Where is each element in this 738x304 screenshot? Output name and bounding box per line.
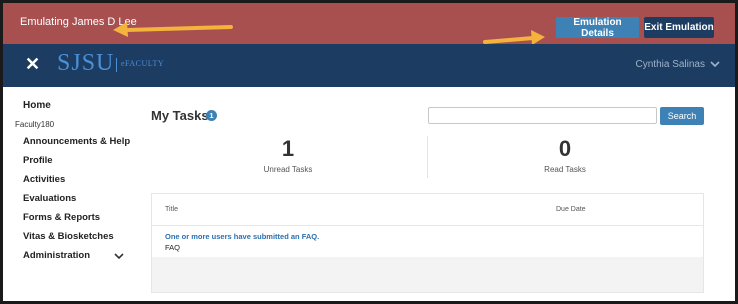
emulation-details-button[interactable]: Emulation Details — [556, 17, 639, 39]
task-title-link[interactable]: One or more users have submitted an FAQ. — [165, 232, 319, 241]
unread-count: 1 — [281, 136, 295, 161]
app-window: Emulating James D Lee Emulation Details … — [0, 0, 738, 304]
search-input[interactable] — [428, 107, 657, 124]
search-button[interactable]: Search — [660, 107, 704, 125]
sidebar-item-vitas[interactable]: Vitas & Biosketches — [23, 231, 114, 242]
sidebar-unit-label: Faculty180 — [15, 120, 55, 129]
sidebar-item-evaluations[interactable]: Evaluations — [23, 193, 76, 204]
chevron-down-icon[interactable] — [113, 250, 125, 262]
sjsu-logo[interactable]: SJSU — [57, 50, 114, 77]
unread-label: Unread Tasks — [263, 165, 313, 174]
table-header: Title Due Date — [152, 194, 703, 226]
left-arrow-annotation — [113, 22, 233, 37]
product-name: eFACULTY — [121, 59, 165, 68]
sidebar-item-announcements[interactable]: Announcements & Help — [23, 136, 130, 147]
top-nav-bar: ✕ SJSU eFACULTY Cynthia Salinas — [3, 44, 735, 87]
task-type: FAQ — [165, 243, 181, 252]
sidebar-item-administration[interactable]: Administration — [23, 250, 90, 261]
exit-emulation-button[interactable]: Exit Emulation — [644, 17, 714, 38]
close-icon[interactable]: ✕ — [25, 54, 40, 75]
chevron-down-icon[interactable] — [709, 58, 721, 70]
sidebar: Home Faculty180 Announcements & Help Pro… — [3, 87, 138, 301]
sidebar-item-activities[interactable]: Activities — [23, 174, 65, 185]
sidebar-item-profile[interactable]: Profile — [23, 155, 53, 166]
tasks-table: Title Due Date One or more users have su… — [151, 193, 704, 293]
task-count-badge: 1 — [206, 110, 217, 121]
page-title: My Tasks — [151, 108, 209, 123]
sidebar-item-forms-reports[interactable]: Forms & Reports — [23, 212, 100, 223]
logo-divider — [116, 58, 117, 72]
column-due-date[interactable]: Due Date — [556, 206, 586, 213]
read-label: Read Tasks — [544, 165, 586, 174]
stat-divider — [427, 136, 428, 178]
column-title[interactable]: Title — [165, 206, 178, 213]
emulation-bar: Emulating James D Lee Emulation Details … — [3, 3, 735, 45]
table-row[interactable]: One or more users have submitted an FAQ.… — [152, 226, 703, 257]
user-menu-name[interactable]: Cynthia Salinas — [636, 59, 705, 70]
sidebar-item-home[interactable]: Home — [23, 100, 51, 111]
read-count: 0 — [558, 136, 572, 161]
